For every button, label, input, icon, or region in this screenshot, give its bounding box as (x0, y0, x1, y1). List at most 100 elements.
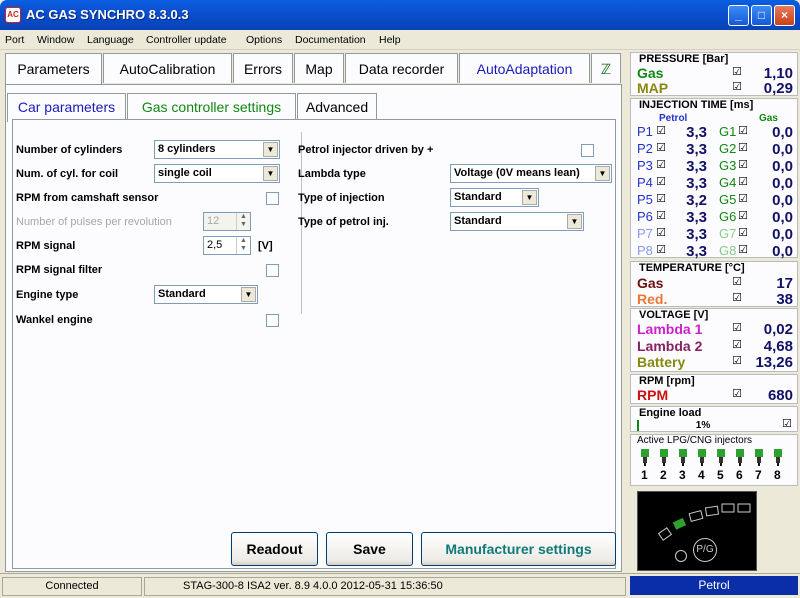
petrol-injection-value: 3,3 (686, 124, 707, 141)
chevron-down-icon: ▼ (263, 142, 278, 157)
rpm-signal-stepper[interactable]: 2,5 ▲ ▼ (203, 236, 251, 255)
petrol-injector-label: P7 (637, 226, 653, 241)
petrol-injector-label: P6 (637, 209, 653, 224)
gas-injector-checkbox[interactable]: ☑ (737, 211, 749, 223)
lambda-type-label: Lambda type (298, 168, 366, 180)
petrol-inj-checkbox[interactable] (581, 144, 594, 157)
rpm-cam-label: RPM from camshaft sensor (16, 192, 159, 204)
gas-injector-checkbox[interactable]: ☑ (737, 245, 749, 257)
petrol-injector-checkbox[interactable]: ☑ (655, 126, 667, 138)
tab-advanced[interactable]: Advanced (297, 93, 377, 119)
cylinders-select[interactable]: 8 cylinders ▼ (154, 140, 280, 159)
menu-language[interactable]: Language (87, 34, 134, 46)
gas-injector-checkbox[interactable]: ☑ (737, 228, 749, 240)
gas-injector-checkbox[interactable]: ☑ (737, 160, 749, 172)
menu-port[interactable]: Port (5, 34, 24, 46)
readout-button[interactable]: Readout (231, 532, 318, 566)
engine-type-select[interactable]: Standard ▼ (154, 285, 258, 304)
cyl-coil-select[interactable]: single coil ▼ (154, 164, 280, 183)
rpm-signal-value: 2,5 (207, 239, 223, 251)
manufacturer-settings-button[interactable]: Manufacturer settings (421, 532, 616, 566)
wankel-checkbox[interactable] (266, 314, 279, 327)
petrol-injector-label: P4 (637, 175, 653, 190)
rpm-filter-label: RPM signal filter (16, 264, 103, 276)
cylinders-value: 8 cylinders (158, 143, 216, 155)
petrol-injector-checkbox[interactable]: ☑ (655, 160, 667, 172)
fuel-switch-panel[interactable]: P/G (637, 491, 757, 571)
engine-load-checkbox[interactable]: ☑ (781, 419, 793, 431)
tab-parameters[interactable]: Parameters (5, 53, 102, 86)
title-bar[interactable]: AC AC GAS SYNCHRO 8.3.0.3 _ □ × (0, 0, 800, 30)
tab-data-recorder[interactable]: Data recorder (345, 53, 458, 83)
gas-injector-label: G7 (719, 226, 737, 241)
injector-number: 4 (698, 468, 705, 482)
injection-type-select[interactable]: Standard ▼ (450, 188, 539, 207)
active-injectors-group: Active LPG/CNG injectors 1 2 3 4 5 6 7 8 (630, 434, 798, 486)
rpm-filter-checkbox[interactable] (266, 264, 279, 277)
tab-autocalibration[interactable]: AutoCalibration (103, 53, 232, 83)
close-button[interactable]: × (774, 5, 795, 26)
temp-gas-label: Gas (637, 275, 664, 291)
temp-gas-value: 17 (776, 275, 793, 292)
pulses-label: Number of pulses per revolution (16, 216, 172, 228)
injector-number: 3 (679, 468, 686, 482)
rpm-value: 680 (767, 387, 793, 404)
gas-injection-value: 0,0 (772, 243, 793, 260)
menu-controller-update[interactable]: Controller update (146, 34, 227, 46)
menu-help[interactable]: Help (379, 34, 401, 46)
injection-type-label: Type of injection (298, 192, 385, 204)
rpm-cam-checkbox[interactable] (266, 192, 279, 205)
pressure-map-label: MAP (637, 80, 669, 96)
petrol-injection-value: 3,3 (686, 141, 707, 158)
pressure-gas-label: Gas (637, 65, 664, 81)
injection-group: INJECTION TIME [ms] Petrol Gas P1 ☑ 3,3 … (630, 98, 798, 260)
gas-injector-checkbox[interactable]: ☑ (737, 126, 749, 138)
engine-load-bar: 1% (637, 420, 767, 431)
lambda2-label: Lambda 2 (637, 338, 703, 354)
tuning-fork-icon[interactable]: ℤ (591, 53, 621, 83)
tab-gas-controller-settings[interactable]: Gas controller settings (127, 93, 296, 119)
petrol-injector-checkbox[interactable]: ☑ (655, 194, 667, 206)
petrol-injection-value: 3,3 (686, 243, 707, 260)
pulses-value: 12 (207, 215, 220, 227)
engine-load-group: Engine load 1% ☑ (630, 406, 798, 432)
tab-errors[interactable]: Errors (233, 53, 293, 83)
temp-red-label: Red. (637, 291, 668, 307)
spin-arrows-icon[interactable]: ▲ ▼ (236, 237, 250, 254)
menu-options[interactable]: Options (246, 34, 282, 46)
maximize-button[interactable]: □ (751, 5, 772, 26)
injector-icon (660, 449, 668, 466)
gas-injector-label: G2 (719, 141, 737, 156)
petrol-injector-checkbox[interactable]: ☑ (655, 245, 667, 257)
menu-window[interactable]: Window (37, 34, 74, 46)
minimize-button[interactable]: _ (728, 5, 749, 26)
injector-icon (755, 449, 763, 466)
menu-documentation[interactable]: Documentation (295, 34, 366, 46)
petrol-inj-type-select[interactable]: Standard ▼ (450, 212, 584, 231)
petrol-injector-checkbox[interactable]: ☑ (655, 143, 667, 155)
lambda1-label: Lambda 1 (637, 321, 703, 337)
gas-injector-checkbox[interactable]: ☑ (737, 177, 749, 189)
tab-map[interactable]: Map (294, 53, 344, 83)
petrol-injector-label: P5 (637, 192, 653, 207)
tab-car-parameters[interactable]: Car parameters (7, 93, 126, 122)
tab-autoadaptation[interactable]: AutoAdaptation (459, 53, 590, 83)
connection-status: Connected (2, 577, 142, 596)
petrol-injector-checkbox[interactable]: ☑ (655, 177, 667, 189)
petrol-injector-checkbox[interactable]: ☑ (655, 211, 667, 223)
engine-load-title: Engine load (639, 407, 702, 419)
petrol-injector-checkbox[interactable]: ☑ (655, 228, 667, 240)
save-button[interactable]: Save (326, 532, 413, 566)
lambda-type-select[interactable]: Voltage (0V means lean) ▼ (450, 164, 612, 183)
gas-injector-checkbox[interactable]: ☑ (737, 194, 749, 206)
main-panel: Car parameters Gas controller settings A… (5, 84, 622, 572)
lambda2-value: 4,68 (763, 338, 793, 355)
petrol-inj-label: Petrol injector driven by + (298, 144, 434, 156)
gas-injector-checkbox[interactable]: ☑ (737, 143, 749, 155)
voltage-title: VOLTAGE [V] (639, 309, 709, 321)
rpm-group: RPM [rpm] RPM ☑ 680 (630, 374, 798, 404)
rpm-signal-unit: [V] (258, 240, 273, 252)
injector-number: 6 (736, 468, 743, 482)
petrol-injector-label: P8 (637, 243, 653, 258)
petrol-injection-value: 3,3 (686, 175, 707, 192)
